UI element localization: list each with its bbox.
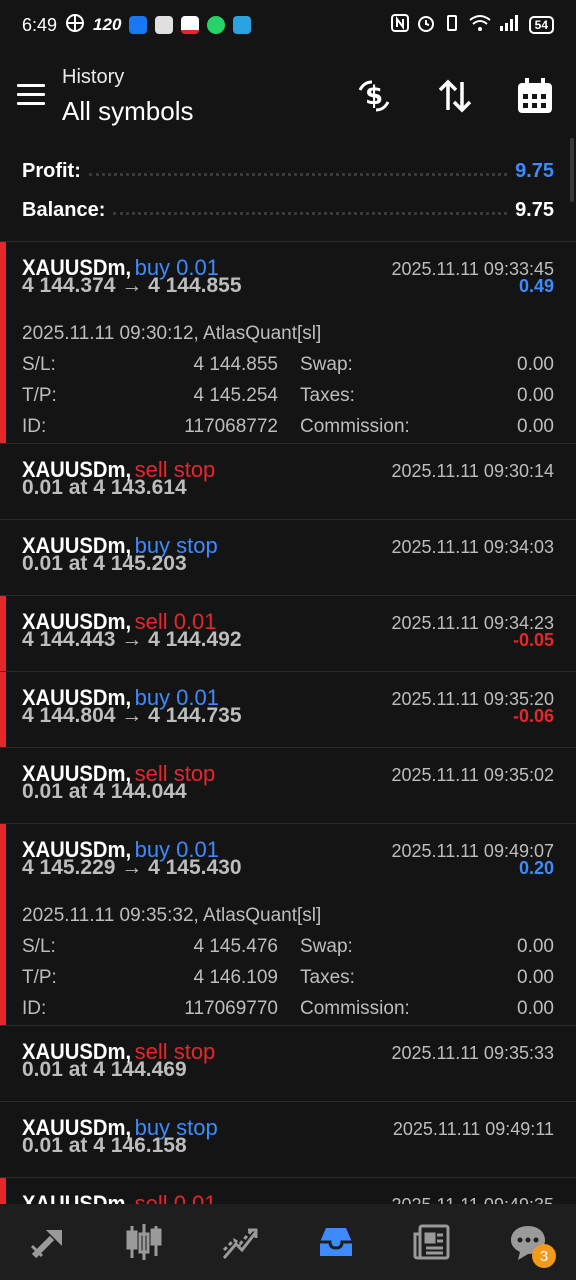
alarm-icon — [417, 14, 435, 37]
swap-value: 0.00 — [517, 935, 554, 957]
symbol: XAUUSDm, — [22, 761, 132, 786]
signal-icon — [499, 14, 521, 37]
symbol: XAUUSDm, — [22, 457, 132, 482]
sort-icon[interactable] — [433, 74, 477, 118]
app-header: History All symbols $ — [0, 60, 576, 140]
app-icon — [155, 16, 174, 34]
header-subtitle: History — [62, 66, 125, 88]
order-time: 2025.11.11 09:35:02 — [391, 765, 554, 785]
profit-value: 9.75 — [515, 159, 554, 182]
deal-item[interactable]: XAUUSDm, buy 0.01 2025.11.11 09:35:20 4 … — [0, 672, 576, 748]
id-value: 117068772 — [184, 415, 278, 437]
deal-item[interactable]: XAUUSDm, sell 0.01 2025.11.11 09:49:35 — [0, 1178, 576, 1204]
order-item[interactable]: XAUUSDm, sell stop 2025.11.11 09:35:02 0… — [0, 748, 576, 824]
wifi-icon — [469, 14, 491, 37]
tp-label: T/P: — [22, 966, 57, 988]
chart-candles-icon[interactable] — [114, 1212, 174, 1272]
symbol: XAUUSDm, — [22, 1115, 132, 1140]
history-inbox-icon[interactable] — [306, 1212, 366, 1272]
bottom-nav: 3 — [0, 1204, 576, 1280]
news-icon[interactable] — [402, 1212, 462, 1272]
commission-label: Commission: — [300, 997, 410, 1019]
scrollbar[interactable] — [570, 138, 574, 202]
id-value: 117069770 — [184, 997, 278, 1019]
commission-label: Commission: — [300, 415, 410, 437]
symbol: XAUUSDm, — [22, 1039, 132, 1064]
symbol: XAUUSDm, — [22, 685, 132, 710]
order-time: 2025.11.11 09:35:33 — [391, 1043, 554, 1063]
sl-label: S/L: — [22, 935, 56, 957]
telegram-icon — [233, 16, 252, 34]
order-item[interactable]: XAUUSDm, sell stop 2025.11.11 09:30:14 0… — [0, 444, 576, 520]
deal-profit: -0.06 — [512, 706, 554, 726]
svg-text:$: $ — [365, 81, 383, 111]
trend-icon[interactable] — [210, 1212, 270, 1272]
deal-profit: 0.49 — [518, 276, 554, 296]
history-list: XAUUSDm, buy 0.01 2025.11.11 09:33:45 4 … — [0, 241, 576, 1204]
symbol: XAUUSDm, — [22, 837, 132, 862]
symbol: XAUUSDm, — [22, 533, 132, 558]
balance-label: Balance: — [22, 198, 106, 221]
whatsapp-icon — [207, 16, 226, 34]
order-time: 2025.11.11 09:49:11 — [392, 1119, 554, 1139]
deal-item[interactable]: XAUUSDm, buy 0.01 2025.11.11 09:49:07 4 … — [0, 824, 576, 1026]
refresh-rate: 120 — [93, 15, 122, 34]
order-item[interactable]: XAUUSDm, buy stop 2025.11.11 09:34:03 0.… — [0, 520, 576, 596]
facebook-icon — [129, 16, 148, 34]
header-title[interactable]: All symbols — [62, 96, 193, 127]
vibrate-icon — [443, 14, 461, 37]
open-info: 2025.11.11 09:35:32, AtlasQuant[sl] — [22, 904, 322, 926]
menu-icon[interactable] — [17, 84, 45, 106]
balance-row: Balance: 9.75 — [22, 195, 554, 225]
calendar-icon[interactable] — [513, 74, 557, 118]
chat-icon[interactable]: 3 — [498, 1212, 558, 1272]
nfc-icon — [390, 13, 409, 37]
order-item[interactable]: XAUUSDm, buy stop 2025.11.11 09:49:11 0.… — [0, 1102, 576, 1178]
swap-value: 0.00 — [517, 353, 554, 375]
status-bar: 6:49 120 54 — [0, 0, 576, 50]
deal-item[interactable]: XAUUSDm, buy 0.01 2025.11.11 09:33:45 4 … — [0, 242, 576, 444]
deal-action: sell 0.01 — [134, 1191, 217, 1204]
status-time: 6:49 — [22, 14, 58, 35]
sl-label: S/L: — [22, 353, 56, 375]
symbol: XAUUSDm, — [22, 1191, 132, 1204]
taxes-value: 0.00 — [517, 384, 554, 406]
tp-label: T/P: — [22, 384, 57, 406]
taxes-value: 0.00 — [517, 966, 554, 988]
dotted-leader — [113, 211, 508, 215]
sl-value: 4 145.476 — [193, 935, 278, 957]
app-s-icon — [181, 16, 200, 34]
dotted-leader — [88, 172, 508, 176]
battery-icon: 54 — [528, 16, 554, 34]
swap-label: Swap: — [300, 353, 353, 375]
vpn-icon — [65, 13, 85, 38]
symbol: XAUUSDm, — [22, 609, 132, 634]
deal-item[interactable]: XAUUSDm, sell 0.01 2025.11.11 09:34:23 4… — [0, 596, 576, 672]
swap-label: Swap: — [300, 935, 353, 957]
chat-badge: 3 — [532, 1244, 556, 1268]
deal-profit: 0.20 — [518, 858, 554, 878]
sl-value: 4 144.855 — [193, 353, 278, 375]
profit-row: Profit: 9.75 — [22, 156, 554, 186]
id-label: ID: — [22, 415, 47, 437]
taxes-label: Taxes: — [300, 384, 355, 406]
commission-value: 0.00 — [517, 997, 554, 1019]
open-info: 2025.11.11 09:30:12, AtlasQuant[sl] — [22, 322, 322, 344]
trade-icon[interactable] — [18, 1212, 78, 1272]
balance-value: 9.75 — [515, 198, 554, 221]
deal-time: 2025.11.11 09:49:35 — [392, 1195, 554, 1204]
symbol: XAUUSDm, — [22, 255, 132, 280]
deal-profit: -0.05 — [512, 630, 554, 650]
taxes-label: Taxes: — [300, 966, 355, 988]
tp-value: 4 146.109 — [193, 966, 278, 988]
commission-value: 0.00 — [517, 415, 554, 437]
order-time: 2025.11.11 09:30:14 — [391, 461, 554, 481]
deposit-withdraw-icon[interactable]: $ — [352, 74, 396, 118]
order-time: 2025.11.11 09:34:03 — [391, 537, 554, 557]
tp-value: 4 145.254 — [193, 384, 278, 406]
profit-label: Profit: — [22, 159, 81, 182]
id-label: ID: — [22, 997, 47, 1019]
order-item[interactable]: XAUUSDm, sell stop 2025.11.11 09:35:33 0… — [0, 1026, 576, 1102]
